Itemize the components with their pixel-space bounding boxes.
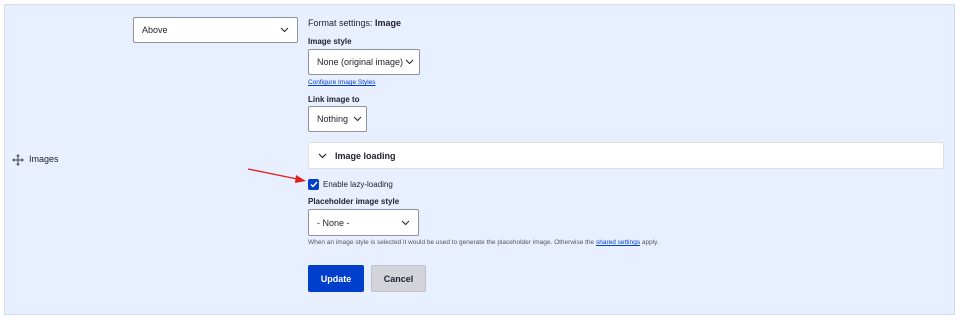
link-image-label: Link image to bbox=[308, 95, 360, 104]
placeholder-style-value: - None - bbox=[317, 217, 350, 228]
help-text-before: When an image style is selected it would… bbox=[308, 239, 595, 246]
image-style-select[interactable]: None (original image) bbox=[308, 49, 420, 75]
image-style-value: None (original image) bbox=[317, 57, 404, 67]
link-image-select[interactable]: Nothing bbox=[308, 106, 367, 132]
chevron-down-icon bbox=[353, 116, 362, 122]
configure-image-styles-link[interactable]: Configure Image Styles bbox=[308, 79, 376, 86]
label-position-value: Above bbox=[142, 25, 168, 35]
chevron-down-icon bbox=[401, 220, 410, 225]
chevron-down-icon bbox=[405, 59, 414, 65]
field-label: Images bbox=[29, 154, 59, 164]
placeholder-help-text: When an image style is selected it would… bbox=[308, 239, 659, 246]
image-style-label: Image style bbox=[308, 37, 352, 46]
update-button[interactable]: Update bbox=[308, 265, 364, 292]
format-settings-name: Image bbox=[375, 18, 402, 28]
image-loading-summary: Image loading bbox=[335, 150, 396, 161]
chevron-down-icon bbox=[318, 153, 327, 158]
lazy-loading-label: Enable lazy-loading bbox=[323, 180, 393, 189]
format-settings-title: Format settings: Image bbox=[308, 18, 401, 28]
red-arrow-annotation bbox=[247, 168, 306, 183]
image-loading-details[interactable]: Image loading bbox=[308, 142, 944, 169]
drag-handle-icon[interactable] bbox=[12, 154, 24, 166]
format-settings-prefix: Format settings: bbox=[308, 18, 373, 28]
checkmark-icon bbox=[310, 181, 318, 188]
link-image-value: Nothing bbox=[317, 114, 349, 124]
chevron-down-icon bbox=[280, 27, 289, 33]
help-text-after: apply. bbox=[641, 239, 659, 246]
placeholder-style-label: Placeholder image style bbox=[308, 197, 400, 206]
lazy-loading-checkbox[interactable] bbox=[308, 179, 319, 190]
cancel-button[interactable]: Cancel bbox=[371, 265, 426, 292]
placeholder-style-select[interactable]: - None - bbox=[308, 209, 419, 236]
shared-settings-link[interactable]: shared settings bbox=[596, 239, 640, 246]
label-position-select[interactable]: Above bbox=[133, 17, 298, 43]
